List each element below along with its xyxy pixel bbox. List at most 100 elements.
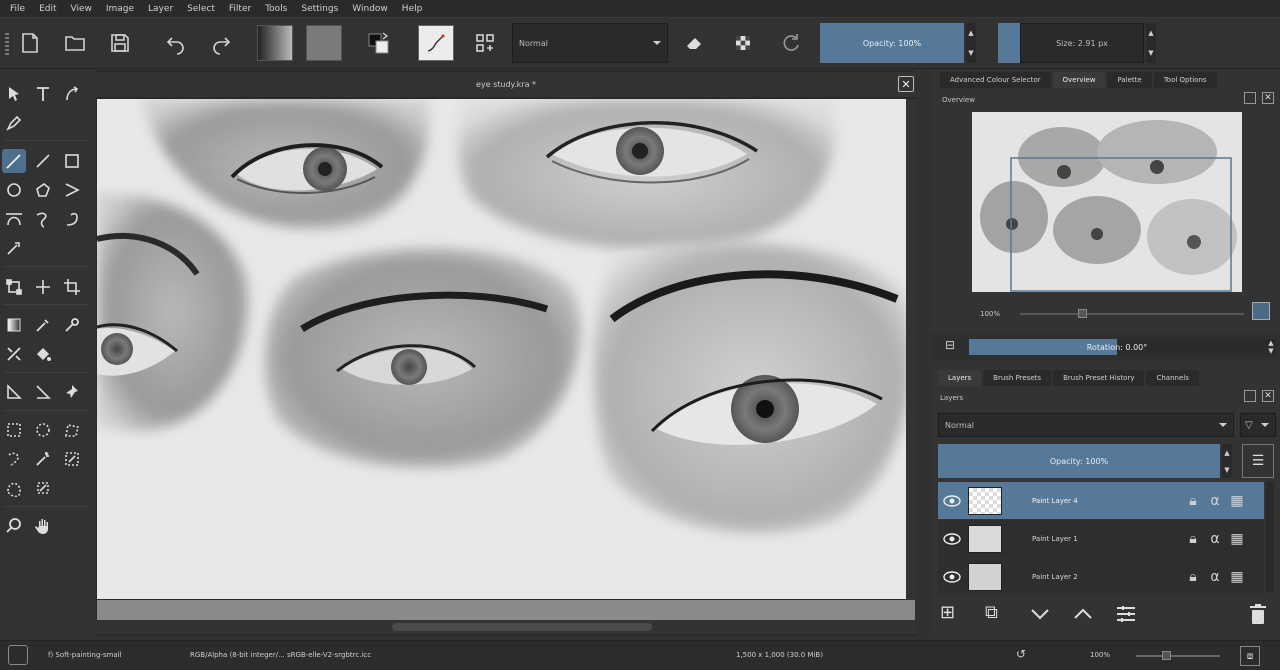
horizontal-scrollbar[interactable] <box>96 620 916 634</box>
edit-shapes-tool-icon[interactable] <box>60 82 84 106</box>
dynamic-brush-tool-icon[interactable] <box>60 207 84 231</box>
measure-tool-icon[interactable] <box>2 380 26 404</box>
text-tool-icon[interactable] <box>31 82 55 106</box>
fill-tool-icon[interactable] <box>31 342 55 366</box>
polygon-tool-icon[interactable] <box>31 178 55 202</box>
magnetic-selection-tool-icon[interactable] <box>31 476 55 500</box>
delete-layer-icon[interactable] <box>1246 602 1270 626</box>
layer-properties-icon[interactable]: ☰ <box>1242 444 1274 478</box>
preserve-alpha-icon[interactable] <box>725 25 761 61</box>
menu-image[interactable]: Image <box>106 4 134 14</box>
rotation-spinner[interactable]: ▲ ▼ <box>1266 339 1276 355</box>
redo-icon[interactable] <box>203 25 239 61</box>
close-layers-docker-icon[interactable]: ✕ <box>1262 390 1274 402</box>
size-slider-fill[interactable] <box>998 23 1020 63</box>
tab-advanced-colour-selector[interactable]: Advanced Colour Selector <box>940 72 1051 88</box>
polyline-tool-icon[interactable] <box>60 178 84 202</box>
fg-bg-color-icon[interactable] <box>360 25 396 61</box>
inherit-alpha-icon[interactable]: ▦ <box>1226 531 1248 547</box>
canvas-rotate-icon[interactable]: ⊟ <box>940 338 960 356</box>
layer-row[interactable]: Paint Layer 1 🔒︎ α ▦ <box>938 520 1264 557</box>
similar-color-selection-tool-icon[interactable] <box>60 447 84 471</box>
rotation-slider[interactable]: Rotation: 0.00° <box>969 339 1265 355</box>
menu-select[interactable]: Select <box>187 4 215 14</box>
tab-tool-options[interactable]: Tool Options <box>1153 72 1217 88</box>
menu-tools[interactable]: Tools <box>265 4 287 14</box>
assistant-tool-icon[interactable] <box>2 342 26 366</box>
eraser-mode-icon[interactable] <box>677 25 713 61</box>
toolbar-grip[interactable] <box>5 33 9 55</box>
float-docker-icon[interactable] <box>1244 92 1256 104</box>
size-spinner[interactable]: ▲ ▼ <box>1146 23 1156 63</box>
lock-icon[interactable]: 🔒︎ <box>1182 493 1204 509</box>
close-document-icon[interactable]: ✕ <box>898 76 914 92</box>
freehand-path-tool-icon[interactable] <box>31 207 55 231</box>
contiguous-selection-tool-icon[interactable] <box>31 447 55 471</box>
menu-window[interactable]: Window <box>352 4 388 14</box>
close-docker-icon[interactable]: ✕ <box>1262 92 1274 104</box>
visibility-eye-icon[interactable] <box>938 494 966 507</box>
visibility-eye-icon[interactable] <box>938 570 966 583</box>
menu-filter[interactable]: Filter <box>229 4 251 14</box>
crop-tool-icon[interactable] <box>60 275 84 299</box>
layer-options-icon[interactable] <box>1114 602 1138 626</box>
overview-zoom-track[interactable] <box>1020 313 1244 315</box>
layers-scrollbar[interactable] <box>1266 482 1274 592</box>
undo-icon[interactable] <box>158 25 194 61</box>
new-document-icon[interactable] <box>12 25 48 61</box>
layer-row[interactable]: Paint Layer 2 🔒︎ α ▦ <box>938 558 1264 595</box>
brush-preset-icon[interactable] <box>418 25 454 61</box>
rectangular-selection-tool-icon[interactable] <box>2 418 26 442</box>
tab-brush-preset-history[interactable]: Brush Preset History <box>1053 370 1145 386</box>
tab-palette[interactable]: Palette <box>1107 72 1152 88</box>
wraparound-mode-icon[interactable]: ⧈ <box>1240 646 1260 666</box>
move-tool-icon[interactable] <box>31 275 55 299</box>
multibrush-tool-icon[interactable] <box>2 236 26 260</box>
menu-layer[interactable]: Layer <box>148 4 173 14</box>
transform-tool-icon[interactable] <box>2 275 26 299</box>
tab-overview[interactable]: Overview <box>1052 72 1106 88</box>
bezier-curve-tool-icon[interactable] <box>2 207 26 231</box>
bezier-selection-tool-icon[interactable] <box>2 476 26 500</box>
save-icon[interactable] <box>102 25 138 61</box>
smart-patch-tool-icon[interactable] <box>60 313 84 337</box>
ellipse-tool-icon[interactable] <box>2 178 26 202</box>
brush-settings-icon[interactable] <box>467 25 503 61</box>
layer-blend-mode-select[interactable]: Normal <box>938 413 1234 437</box>
lock-icon[interactable]: 🔒︎ <box>1182 569 1204 585</box>
rectangle-tool-icon[interactable] <box>60 149 84 173</box>
duplicate-layer-icon[interactable]: ⧉ <box>985 602 1009 626</box>
lock-icon[interactable]: 🔒︎ <box>1182 531 1204 547</box>
select-shapes-tool-icon[interactable] <box>2 82 26 106</box>
freehand-selection-tool-icon[interactable] <box>2 447 26 471</box>
float-layers-docker-icon[interactable] <box>1244 390 1256 402</box>
pattern-selector-icon[interactable] <box>306 25 342 61</box>
move-layer-up-icon[interactable] <box>1071 602 1095 626</box>
layer-row[interactable]: Paint Layer 4 🔒︎ α ▦ <box>938 482 1264 519</box>
line-tool-icon[interactable] <box>31 149 55 173</box>
zoom-slider-handle[interactable] <box>1162 651 1171 660</box>
document-tab[interactable]: eye study.kra * <box>96 72 916 98</box>
visibility-eye-icon[interactable] <box>938 532 966 545</box>
pan-tool-icon[interactable] <box>31 514 55 538</box>
overview-zoom-handle[interactable] <box>1078 309 1087 318</box>
menu-file[interactable]: File <box>10 4 25 14</box>
inherit-alpha-icon[interactable]: ▦ <box>1226 493 1248 509</box>
open-folder-icon[interactable] <box>57 25 93 61</box>
perspective-tool-icon[interactable] <box>31 380 55 404</box>
polygonal-selection-tool-icon[interactable] <box>60 418 84 442</box>
move-layer-down-icon[interactable] <box>1028 602 1052 626</box>
menu-help[interactable]: Help <box>402 4 423 14</box>
color-picker-tool-icon[interactable] <box>31 313 55 337</box>
add-layer-icon[interactable]: ⊞ <box>940 602 964 626</box>
layer-filter-button[interactable]: ▽ <box>1240 413 1276 437</box>
gradient-selector-icon[interactable] <box>257 25 293 61</box>
opacity-spinner[interactable]: ▲ ▼ <box>966 23 976 63</box>
opacity-slider[interactable]: Opacity: 100% <box>820 23 964 63</box>
blend-mode-select[interactable]: Normal <box>512 23 668 63</box>
inherit-alpha-icon[interactable]: ▦ <box>1226 569 1248 585</box>
alpha-lock-icon[interactable]: α <box>1204 569 1226 585</box>
tab-brush-presets[interactable]: Brush Presets <box>983 370 1052 386</box>
layer-opacity-slider[interactable]: Opacity: 100% <box>938 444 1220 478</box>
calligraphy-tool-icon[interactable] <box>2 111 26 135</box>
